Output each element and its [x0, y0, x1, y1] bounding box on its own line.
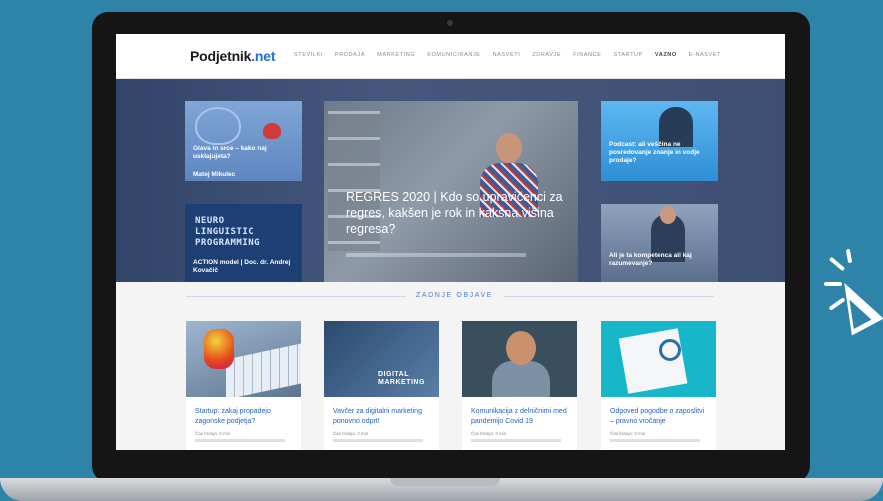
hero-card-caption: ACTION model | Doc. dr. Andrej Kovačič [193, 259, 291, 274]
hero-main-subline [346, 253, 526, 257]
click-ray [828, 256, 846, 272]
laptop-screen: Podjetnik.net STEVILKI PRODAJA MARKETING… [116, 34, 785, 450]
post-excerpt [471, 439, 561, 442]
post-card[interactable]: Komunikacija z delničnimi med pandemijo … [462, 321, 577, 450]
hero-main-headline: REGRES 2020 | Kdo so upravičenci za regr… [346, 190, 563, 236]
section-divider-right [504, 296, 714, 297]
nav-item-marketing[interactable]: MARKETING [377, 52, 415, 58]
click-cursor-icon [820, 248, 883, 336]
nlp-line-linguistic: LINGUISTIC [195, 227, 255, 237]
digital-marketing-image-text: DIGITAL MARKETING [378, 371, 425, 386]
post-card[interactable]: DIGITAL MARKETING Vavčer za digitalni ma… [324, 321, 439, 450]
nav-item-stevilki[interactable]: STEVILKI [294, 52, 323, 58]
hero-card-caption: Ali je ta kompetenca ali kaj razumevanje… [609, 252, 692, 267]
post-meta: Čas branja: 3 min [471, 431, 507, 436]
nav-item-finance[interactable]: FINANCE [573, 52, 601, 58]
nav-item-vazno[interactable]: VAZNO [655, 52, 677, 58]
post-title[interactable]: Startup: zakaj propadejo zagonske podjet… [195, 407, 295, 426]
post-excerpt [333, 439, 423, 442]
post-thumbnail[interactable] [186, 321, 301, 397]
post-title[interactable]: Komunikacija z delničnimi med pandemijo … [471, 407, 571, 426]
post-meta: Čas branja: 3 min [610, 431, 646, 436]
brain-image [185, 101, 302, 181]
post-thumbnail[interactable] [601, 321, 716, 397]
post-meta: Čas branja: 6 min [195, 431, 231, 436]
hero-section: Glava in srce – kako naj usklajujeta? Ma… [116, 79, 785, 282]
brain-icon [195, 107, 241, 145]
hero-card-podcast[interactable]: Podcast: ali veščina ne posredovanje zna… [601, 101, 718, 181]
nav-item-komuniciranje[interactable]: KOMUNICIRANJE [427, 52, 480, 58]
laptop-frame: Podjetnik.net STEVILKI PRODAJA MARKETING… [92, 12, 810, 482]
laptop-base-notch [390, 478, 500, 486]
hero-card-brain[interactable]: Glava in srce – kako naj usklajujeta? Ma… [185, 101, 302, 181]
post-card[interactable]: Startup: zakaj propadejo zagonske podjet… [186, 321, 301, 450]
competence-image [601, 204, 718, 282]
nav-item-nasveti[interactable]: NASVETI [493, 52, 521, 58]
nav-item-e-nasvet[interactable]: E-NASVET [689, 52, 721, 58]
main-nav: STEVILKI PRODAJA MARKETING KOMUNICIRANJE… [294, 52, 721, 58]
site-header: Podjetnik.net STEVILKI PRODAJA MARKETING… [116, 34, 785, 79]
logo-tld: .net [251, 48, 276, 64]
click-ray [845, 248, 853, 264]
post-title[interactable]: Odpoved pogodbe o zaposlitvi – pravno vr… [610, 407, 710, 426]
post-card[interactable]: Odpoved pogodbe o zaposlitvi – pravno vr… [601, 321, 716, 450]
section-divider-left [186, 296, 406, 297]
post-title[interactable]: Vavčer za digitalni marketing ponovno od… [333, 407, 433, 426]
hero-card-competence[interactable]: Ali je ta kompetenca ali kaj razumevanje… [601, 204, 718, 282]
hero-card-caption: Glava in srce – kako naj usklajujeta? [193, 145, 267, 160]
heart-icon [263, 123, 281, 139]
hero-card-author: Matej Mikulec [193, 171, 236, 178]
document-image [618, 328, 688, 394]
nlp-line-neuro: NEURO [195, 216, 225, 226]
nlp-image-text: NEURO LINGUISTIC PROGRAMMING [195, 216, 260, 249]
nav-item-zdravje[interactable]: ZDRAVJE [532, 52, 561, 58]
video-call-person-body [492, 361, 550, 397]
person-head [496, 133, 522, 163]
keyboard-image [226, 342, 301, 397]
post-thumbnail[interactable]: DIGITAL MARKETING [324, 321, 439, 397]
magnifier-icon [659, 339, 681, 361]
hero-card-nlp[interactable]: NEURO LINGUISTIC PROGRAMMING ACTION mode… [185, 204, 302, 282]
toy-figure-image [204, 329, 234, 369]
nav-item-prodaja[interactable]: PRODAJA [335, 52, 365, 58]
post-excerpt [195, 439, 285, 442]
logo-text: Podjetnik [190, 48, 252, 64]
post-excerpt [610, 439, 700, 442]
webcam [447, 20, 453, 26]
post-thumbnail[interactable] [462, 321, 577, 397]
section-title: ZADNJE OBJAVE [416, 292, 494, 299]
nlp-line-programming: PROGRAMMING [195, 238, 261, 248]
video-call-person-head [506, 331, 536, 365]
hero-card-main[interactable]: REGRES 2020 | Kdo so upravičenci za regr… [324, 101, 578, 282]
post-meta: Čas branja: 2 min [333, 431, 369, 436]
nav-item-startup[interactable]: STARTUP [614, 52, 643, 58]
hero-card-caption: Podcast: ali veščina ne posredovanje zna… [609, 141, 700, 164]
site-logo[interactable]: Podjetnik.net [190, 48, 276, 64]
